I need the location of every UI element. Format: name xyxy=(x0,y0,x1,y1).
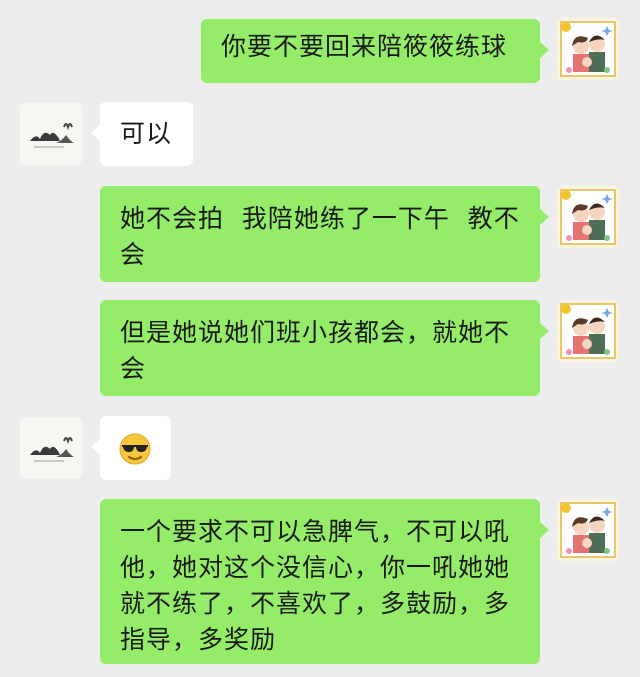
couple-cartoon-icon xyxy=(557,300,619,362)
message-text: 她不会拍 我陪她练了一下午 教不会 xyxy=(120,204,520,269)
message-bubble[interactable]: 她不会拍 我陪她练了一下午 教不会 xyxy=(100,186,549,282)
message-bubble[interactable] xyxy=(91,416,171,480)
message-text: 你要不要回来陪筱筱练球 xyxy=(221,32,508,61)
chat-view: 你要不要回来陪筱筱练球 可以 她不会拍 我陪她练了一下午 教不会 但是她说她们班… xyxy=(0,0,640,677)
message-bubble[interactable]: 可以 xyxy=(91,102,193,166)
self-avatar[interactable] xyxy=(557,18,619,80)
ink-landscape-icon xyxy=(20,103,82,165)
contact-avatar[interactable] xyxy=(20,417,82,479)
ink-landscape-icon xyxy=(20,417,82,479)
message-text: 但是她说她们班小孩都会，就她不会 xyxy=(120,318,511,383)
message-text: 可以 xyxy=(120,119,173,148)
couple-cartoon-icon xyxy=(557,18,619,80)
sunglasses-emoji-icon xyxy=(119,433,151,465)
message-text: 一个要求不可以急脾气，不可以吼他，她对这个没信心，你一吼她她就不练了，不喜欢了，… xyxy=(120,517,511,654)
message-bubble[interactable]: 你要不要回来陪筱筱练球 xyxy=(201,19,549,83)
message-bubble[interactable]: 一个要求不可以急脾气，不可以吼他，她对这个没信心，你一吼她她就不练了，不喜欢了，… xyxy=(100,499,549,664)
message-bubble[interactable]: 但是她说她们班小孩都会，就她不会 xyxy=(100,300,549,396)
self-avatar[interactable] xyxy=(557,186,619,248)
contact-avatar[interactable] xyxy=(20,103,82,165)
couple-cartoon-icon xyxy=(557,499,619,561)
couple-cartoon-icon xyxy=(557,186,619,248)
self-avatar[interactable] xyxy=(557,300,619,362)
self-avatar[interactable] xyxy=(557,499,619,561)
